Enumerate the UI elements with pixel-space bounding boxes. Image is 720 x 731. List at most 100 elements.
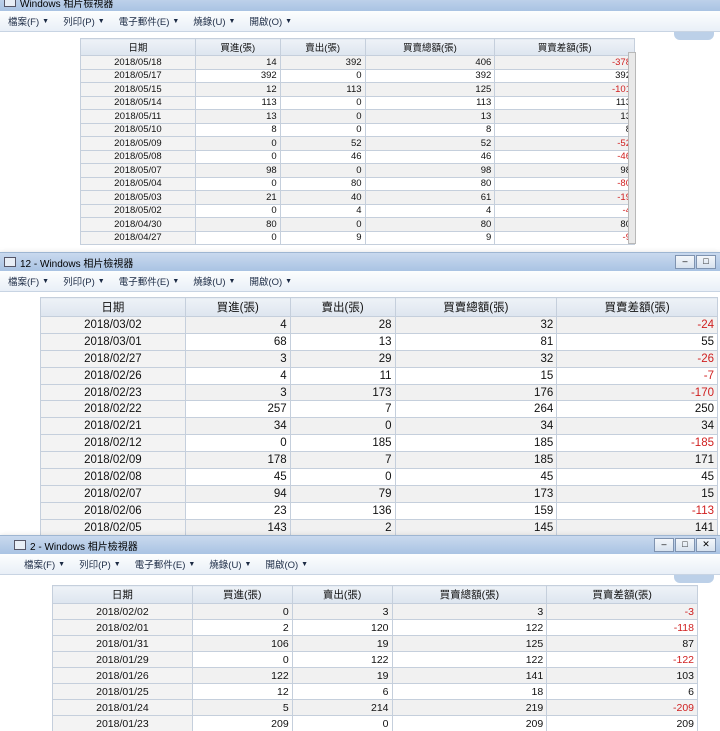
chevron-down-icon: ▼ [229, 18, 236, 25]
menu-burn[interactable]: 燒錄(U)▼ [193, 274, 235, 288]
table-row: 2018/01/25126186 [53, 684, 698, 700]
cell-date: 2018/03/02 [41, 317, 186, 334]
trade-table-3: 日期 買進(張) 賣出(張) 買賣總額(張) 買賣差額(張) 2018/02/0… [52, 585, 698, 731]
table-row: 2018/02/051432145141 [41, 519, 718, 536]
window-2-titlebar[interactable]: 12 - Windows 相片檢視器 – □ [0, 253, 720, 271]
cell-buy: 106 [192, 636, 292, 652]
cell-total: 185 [395, 452, 557, 469]
menu-email[interactable]: 電子郵件(E)▼ [135, 557, 196, 571]
cell-date: 2018/02/05 [41, 519, 186, 536]
cell-sell: 0 [290, 469, 395, 486]
cell-sell: 19 [292, 668, 392, 684]
menu-print[interactable]: 列印(P)▼ [63, 274, 105, 288]
cell-buy: 209 [192, 716, 292, 731]
col-sell: 賣出(張) [292, 586, 392, 604]
table-row: 2018/01/2612219141103 [53, 668, 698, 684]
chevron-down-icon: ▼ [114, 561, 121, 568]
cell-total: 32 [395, 317, 557, 334]
cell-diff: -170 [557, 384, 718, 401]
cell-total: 8 [365, 123, 495, 137]
cell-total: 80 [365, 218, 495, 232]
close-icon[interactable]: ✕ [696, 538, 716, 552]
chevron-down-icon: ▼ [42, 18, 49, 25]
cell-date: 2018/01/25 [53, 684, 193, 700]
menu-burn[interactable]: 燒錄(U)▼ [193, 14, 235, 28]
menu-print[interactable]: 列印(P)▼ [79, 557, 121, 571]
photo-viewer-icon [4, 0, 16, 7]
cell-date: 2018/05/17 [81, 69, 196, 83]
table-row: 2018/02/120185185-185 [41, 435, 718, 452]
minimize-icon[interactable]: – [654, 538, 674, 552]
cell-total: 219 [392, 700, 547, 716]
cell-diff: 209 [547, 716, 698, 731]
cell-sell: 13 [290, 333, 395, 350]
cell-sell: 6 [292, 684, 392, 700]
cell-buy: 257 [185, 401, 290, 418]
cell-sell: 11 [290, 367, 395, 384]
window-1-titlebar[interactable]: Windows 相片檢視器 [0, 0, 720, 11]
table-1-scrollbar[interactable] [628, 52, 636, 244]
maximize-icon[interactable]: □ [696, 255, 716, 269]
window-3-controls: – □ ✕ [654, 538, 720, 552]
cell-diff: -19 [495, 191, 635, 205]
cell-date: 2018/05/04 [81, 177, 196, 191]
cell-diff: 6 [547, 684, 698, 700]
cell-buy: 3 [185, 384, 290, 401]
cell-buy: 98 [195, 164, 280, 178]
cell-buy: 0 [195, 177, 280, 191]
cell-total: 113 [365, 96, 495, 110]
window-3-titlebar[interactable]: 2 - Windows 相片檢視器 – □ ✕ [0, 536, 720, 554]
menu-file[interactable]: 檔案(F)▼ [8, 274, 49, 288]
cell-date: 2018/05/02 [81, 204, 196, 218]
cell-diff: -46 [495, 150, 635, 164]
cell-total: 9 [365, 231, 495, 245]
cell-total: 52 [365, 137, 495, 151]
minimize-icon[interactable]: – [675, 255, 695, 269]
cell-buy: 0 [192, 604, 292, 620]
cell-total: 34 [395, 418, 557, 435]
cell-sell: 19 [292, 636, 392, 652]
chevron-down-icon: ▼ [301, 561, 308, 568]
cell-sell: 0 [292, 716, 392, 731]
chevron-down-icon: ▼ [172, 18, 179, 25]
cell-date: 2018/02/07 [41, 485, 186, 502]
cell-buy: 68 [185, 333, 290, 350]
table-row: 2018/05/02044-4 [81, 204, 635, 218]
menu-email[interactable]: 電子郵件(E)▼ [119, 274, 180, 288]
table-row: 2018/05/111301313 [81, 110, 635, 124]
cell-sell: 0 [280, 218, 365, 232]
cell-buy: 3 [185, 350, 290, 367]
cell-buy: 0 [195, 231, 280, 245]
photo-viewer-window-1: Windows 相片檢視器 檔案(F)▼ 列印(P)▼ 電子郵件(E)▼ 燒錄(… [0, 0, 720, 255]
table-row: 2018/02/02033-3 [53, 604, 698, 620]
cell-total: 122 [392, 652, 547, 668]
cell-diff: 392 [495, 69, 635, 83]
cell-sell: 113 [280, 83, 365, 97]
maximize-icon[interactable]: □ [675, 538, 695, 552]
menu-open[interactable]: 開啟(O)▼ [249, 274, 292, 288]
cell-buy: 4 [185, 317, 290, 334]
menu-email[interactable]: 電子郵件(E)▼ [119, 14, 180, 28]
menu-burn[interactable]: 燒錄(U)▼ [209, 557, 251, 571]
chevron-down-icon: ▼ [172, 278, 179, 285]
cell-buy: 14 [195, 56, 280, 70]
window-3-image-area: 日期 買進(張) 賣出(張) 買賣總額(張) 買賣差額(張) 2018/02/0… [0, 575, 720, 731]
cell-buy: 5 [192, 700, 292, 716]
menu-file[interactable]: 檔案(F)▼ [24, 557, 65, 571]
menu-open[interactable]: 開啟(O)▼ [265, 557, 308, 571]
cell-buy: 122 [192, 668, 292, 684]
cell-buy: 23 [185, 502, 290, 519]
table-row: 2018/05/0408080-80 [81, 177, 635, 191]
cell-total: 122 [392, 620, 547, 636]
menu-print[interactable]: 列印(P)▼ [63, 14, 105, 28]
window-2-image-area: 日期 買進(張) 賣出(張) 買賣總額(張) 買賣差額(張) 2018/03/0… [0, 292, 720, 557]
cell-total: 176 [395, 384, 557, 401]
cell-date: 2018/01/29 [53, 652, 193, 668]
cell-sell: 136 [290, 502, 395, 519]
cell-sell: 0 [280, 164, 365, 178]
table-row: 2018/02/213403434 [41, 418, 718, 435]
cell-diff: -80 [495, 177, 635, 191]
table-row: 2018/03/0242832-24 [41, 317, 718, 334]
menu-file[interactable]: 檔案(F)▼ [8, 14, 49, 28]
menu-open[interactable]: 開啟(O)▼ [249, 14, 292, 28]
